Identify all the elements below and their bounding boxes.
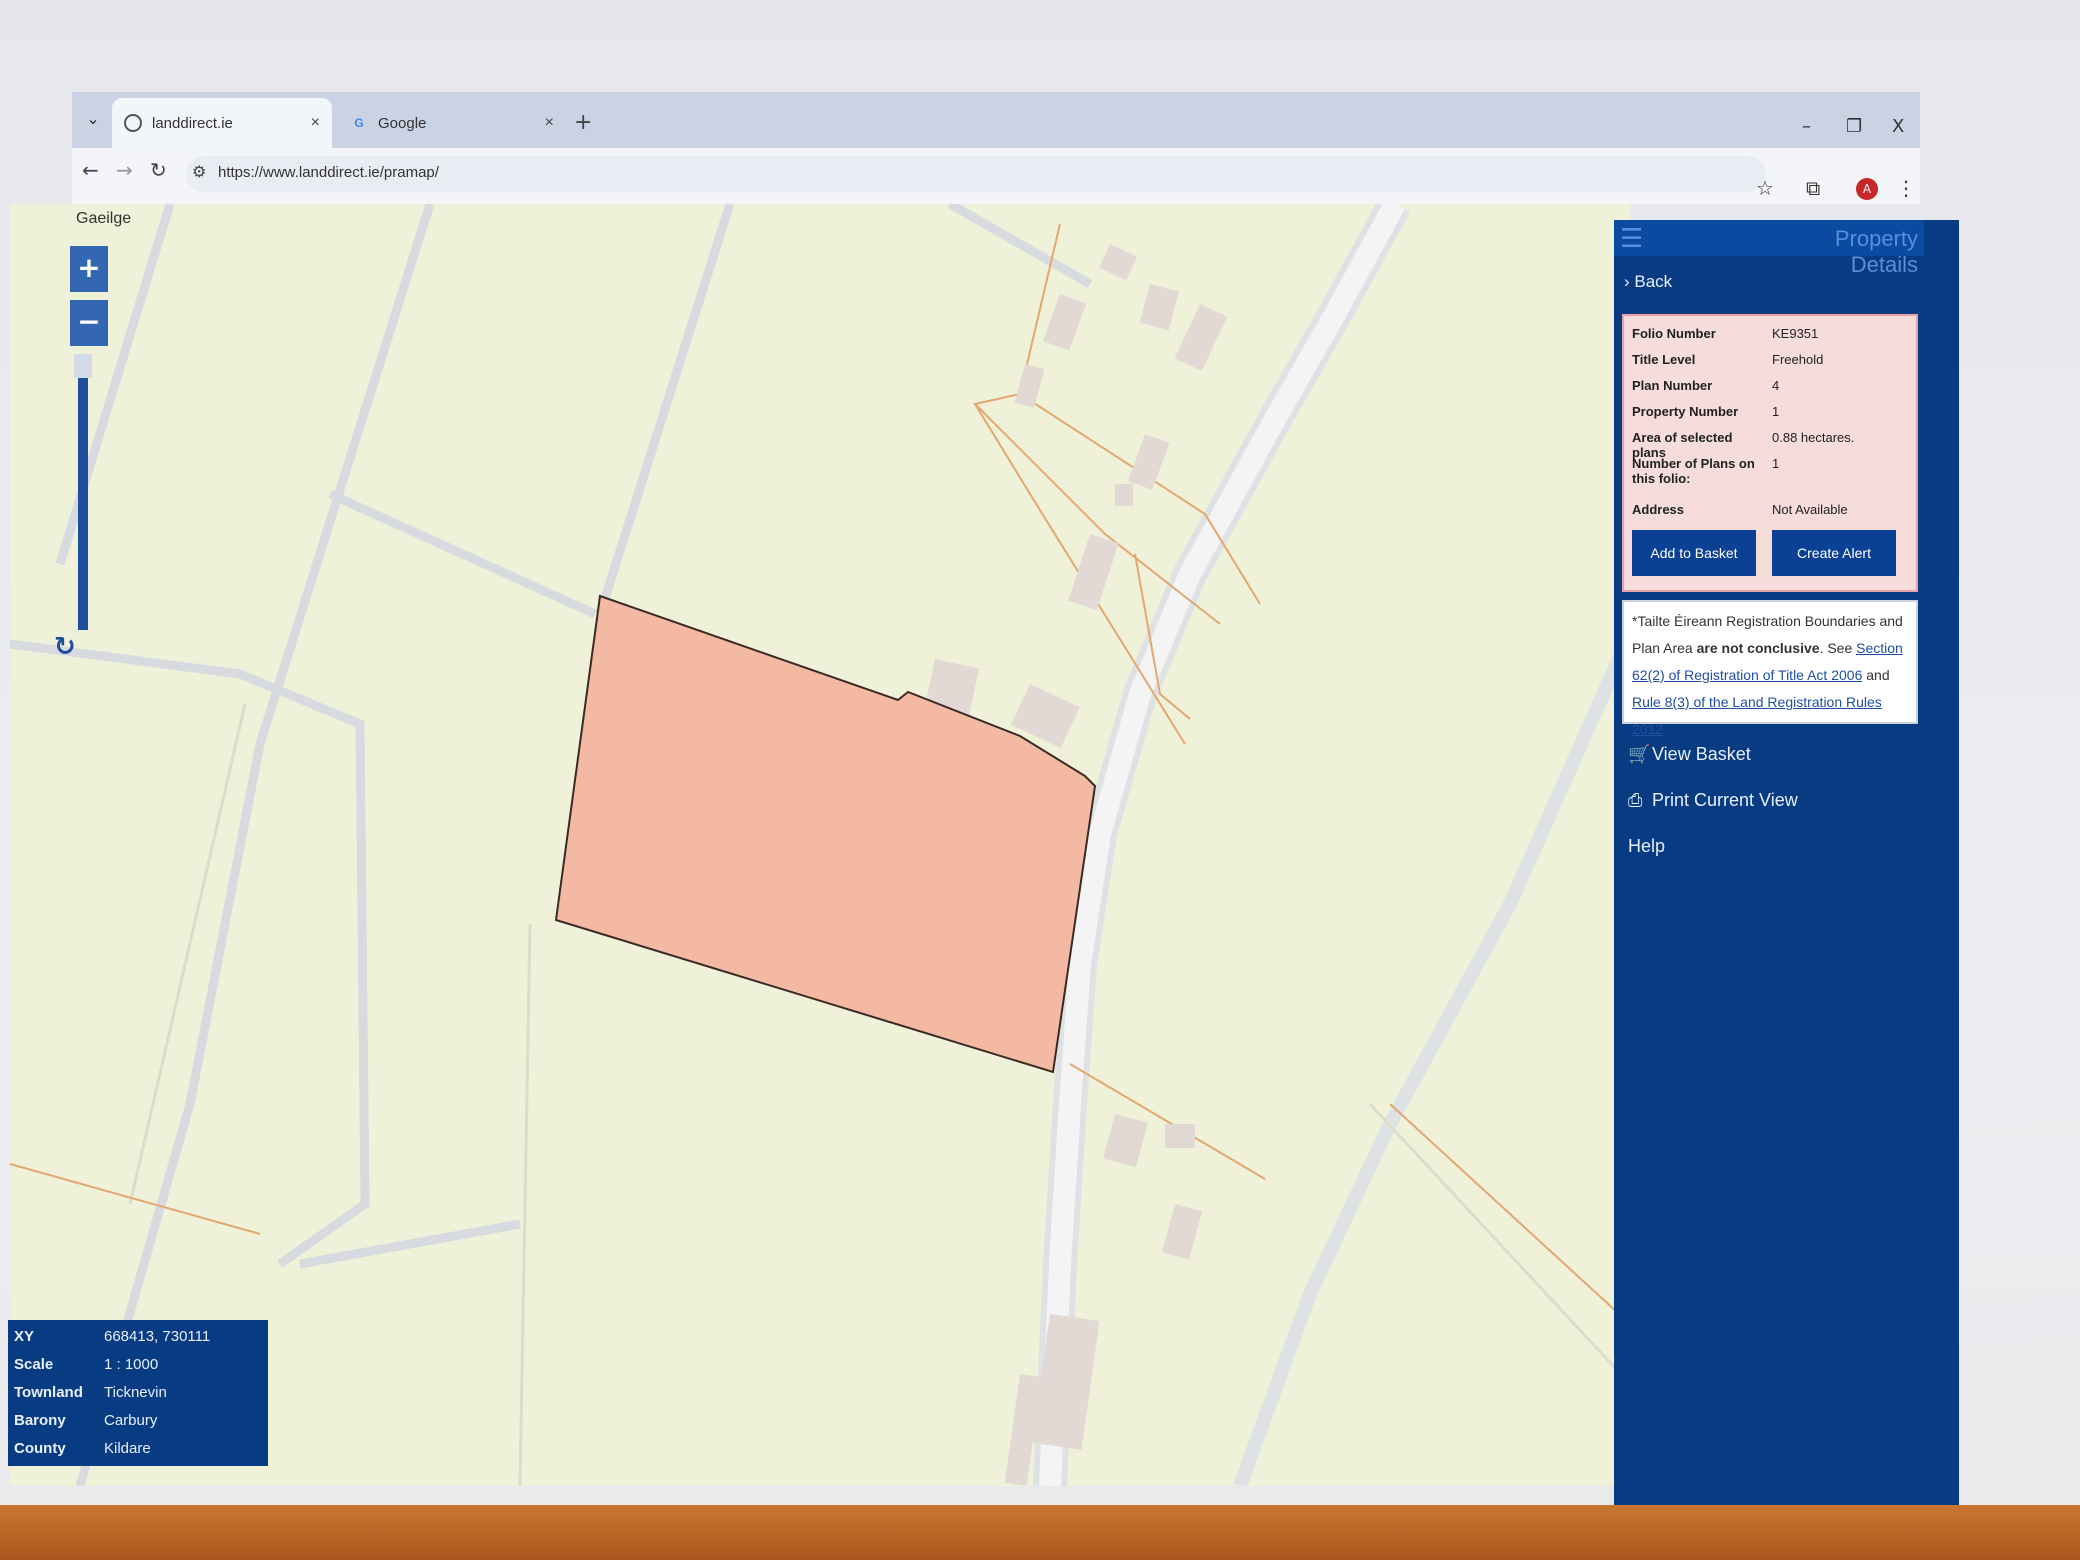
window-close-button[interactable]: X (1892, 116, 1904, 137)
zoom-out-button[interactable]: − (70, 300, 108, 346)
forward-button[interactable]: → (116, 158, 133, 182)
menu-dots-icon[interactable]: ⋮ (1896, 176, 1916, 200)
back-link[interactable]: › Back (1624, 272, 1672, 292)
site-info-icon[interactable]: ⚙ (192, 162, 206, 181)
bookmark-star-icon[interactable]: ☆ (1756, 176, 1774, 200)
property-details-card: Folio Number KE9351 Title Level Freehold P… (1622, 314, 1918, 592)
chevron-right-icon: › (1624, 272, 1635, 291)
selected-parcel (554, 594, 1097, 1074)
back-button[interactable]: ← (82, 158, 99, 182)
tab-label: Google (378, 114, 427, 132)
info-row-scale: Scale 1 : 1000 (14, 1356, 159, 1373)
tab-close-icon[interactable]: × (311, 114, 320, 132)
add-to-basket-button[interactable]: Add to Basket (1632, 530, 1756, 576)
new-tab-button[interactable]: + (574, 110, 592, 135)
help-link[interactable]: Help (1628, 836, 1665, 857)
tab-search-chevron-icon[interactable]: ⌄ (80, 106, 106, 132)
profile-avatar-icon[interactable]: A (1856, 178, 1878, 200)
zoom-slider-track[interactable] (78, 354, 88, 630)
view-basket-link[interactable]: 🛒View Basket (1628, 744, 1751, 765)
create-alert-button[interactable]: Create Alert (1772, 530, 1896, 576)
reload-button[interactable]: ↻ (150, 158, 167, 182)
refresh-icon[interactable]: ↻ (54, 632, 76, 662)
desk-surface (0, 1505, 2080, 1560)
url-text[interactable]: https://www.landdirect.ie/pramap/ (218, 164, 439, 181)
globe-icon (124, 114, 142, 132)
cart-icon: 🛒 (1628, 744, 1651, 764)
tab-close-icon[interactable]: × (545, 114, 554, 132)
main-road-fill (1039, 204, 1405, 1486)
side-road (1233, 631, 1630, 1486)
hamburger-menu-icon[interactable]: ☰ (1620, 224, 1643, 254)
map-drawing (10, 204, 1630, 1486)
panel-title: Property Details (1834, 226, 1918, 277)
printer-icon: ⎙ (1628, 790, 1643, 810)
zoom-in-button[interactable]: + (70, 246, 108, 292)
zoom-slider-handle[interactable] (74, 354, 92, 378)
map-canvas[interactable] (10, 204, 1630, 1486)
print-current-view-link[interactable]: ⎙ Print Current View (1628, 790, 1798, 811)
info-row-townland: Townland Ticknevin (14, 1384, 167, 1401)
google-icon: G (354, 116, 364, 130)
restore-button[interactable]: ❐ (1846, 116, 1862, 137)
language-link[interactable]: Gaeilge (76, 210, 131, 228)
info-row-xy: XY 668413, 730111 (14, 1328, 211, 1345)
info-row-county: County Kildare (14, 1440, 151, 1457)
location-info-box: XY 668413, 730111 Scale 1 : 1000 Townland T… (8, 1320, 268, 1466)
minimize-button[interactable]: – (1802, 116, 1811, 137)
disclaimer-notice: *Tailte Éireann Registration Boundaries … (1622, 600, 1918, 737)
tab-landdirect[interactable]: landdirect.ie × (112, 98, 332, 148)
tab-google[interactable]: G Google × (338, 98, 566, 148)
info-row-barony: Barony Carbury (14, 1412, 158, 1429)
extensions-icon[interactable]: ⧉ (1806, 176, 1820, 200)
tab-label: landdirect.ie (152, 114, 233, 132)
